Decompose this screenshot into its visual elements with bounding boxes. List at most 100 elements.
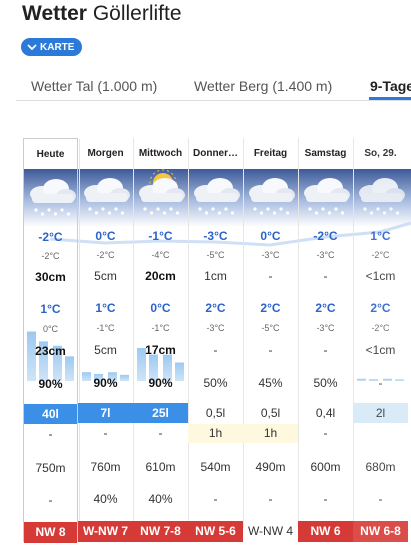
active-tab-indicator — [369, 97, 411, 100]
day-name: Donner… — [193, 148, 238, 159]
precip-probability: 45% — [258, 376, 283, 390]
cloudy-snow-icon — [84, 178, 130, 215]
min-temp-mountain: -1°C — [96, 323, 115, 333]
precip-amount: 25l — [133, 403, 188, 423]
cloudy-snow-icon — [249, 178, 295, 215]
day-column-5[interactable]: Samstag -2°C -3°C -2°C -3°C -50% 0,4l -600m - NW … — [298, 138, 354, 542]
max-temp-valley: -1°C — [148, 229, 173, 243]
snow-mountain: 5cm — [94, 343, 117, 357]
precip-amount: 40l — [24, 404, 77, 424]
cloudy-snow-icon — [359, 178, 405, 215]
snow-valley: - — [323, 269, 328, 283]
snow-valley: <1cm — [365, 269, 396, 283]
forecast-tabs: Wetter Tal (1.000 m) Wetter Berg (1.400 … — [16, 70, 411, 101]
snow-valley: 1cm — [204, 269, 227, 283]
tab-tal[interactable]: Wetter Tal (1.000 m) — [31, 78, 157, 94]
powder-chance: - — [268, 492, 273, 506]
title-bold: Wetter — [22, 2, 87, 25]
tab-berg[interactable]: Wetter Berg (1.400 m) — [194, 78, 332, 94]
min-temp-valley: -2°C — [96, 250, 115, 260]
day-name: Morgen — [87, 148, 124, 159]
snow-valley: 5cm — [94, 269, 117, 283]
snow-line: 540m — [200, 460, 231, 474]
min-temp-mountain: -3°C — [206, 323, 225, 333]
snow-mountain: 17cm — [145, 343, 176, 357]
day-name: Heute — [36, 149, 65, 160]
min-temp-valley: -2°C — [41, 251, 60, 261]
max-temp-mountain: 1°C — [95, 301, 116, 315]
powder-chance: 40% — [93, 492, 118, 506]
precip-probability: 90% — [93, 376, 118, 390]
day-name: So, 29. — [364, 148, 397, 159]
snow-line: 600m — [310, 460, 341, 474]
max-temp-mountain: 2°C — [260, 301, 281, 315]
min-temp-mountain: -1°C — [151, 323, 170, 333]
max-temp-valley: 1°C — [370, 229, 391, 243]
chevron-down-icon — [27, 44, 37, 51]
precip-amount: 0,4l — [315, 406, 336, 420]
wind-speed: NW 8 — [24, 522, 77, 543]
cloudy-snow-icon — [304, 178, 350, 215]
day-name: Freitag — [253, 148, 288, 159]
max-temp-valley: 0°C — [95, 229, 116, 243]
powder-chance: - — [48, 493, 53, 507]
min-temp-valley: -5°C — [206, 250, 225, 260]
precip-probability: 50% — [313, 376, 338, 390]
precip-amount: 2l — [353, 403, 408, 423]
precip-probability: 90% — [38, 377, 63, 391]
wind-speed: NW 6 — [298, 521, 353, 542]
snow-mountain: 23cm — [35, 344, 66, 358]
min-temp-valley: -4°C — [151, 250, 170, 260]
cloudy-snow-icon — [30, 179, 76, 216]
min-temp-valley: -3°C — [316, 250, 335, 260]
min-temp-mountain: -2°C — [371, 323, 390, 333]
snow-valley: 20cm — [145, 269, 176, 283]
karte-button[interactable]: KARTE — [21, 38, 83, 56]
min-temp-valley: -3°C — [261, 250, 280, 260]
day-column-2[interactable]: Mittwoch -1°C -4°C 20cm 0°C -1°C 17cm 90% 25l - 61… — [133, 138, 189, 542]
day-name: Samstag — [304, 148, 347, 159]
day-column-4[interactable]: Freitag 0°C -3°C - 2°C -5°C - 45% 0,5l 1h 490m - W-N… — [243, 138, 299, 542]
sunshine-hours: - — [323, 426, 328, 440]
powder-chance: - — [213, 492, 218, 506]
day-column-6[interactable]: So, 29. 1°C -2°C <1cm 2°C -2°C <1cm - 2l 680m - NW … — [353, 138, 408, 542]
snow-valley: 30cm — [35, 270, 66, 284]
sunshine-hours: - — [158, 426, 163, 440]
wind-speed: W-NW 7 — [78, 521, 133, 542]
sunshine-hours: 1h — [243, 424, 298, 443]
precip-probability: 90% — [148, 376, 173, 390]
snow-valley: - — [268, 269, 273, 283]
wind-speed: NW 5-6 — [188, 521, 243, 542]
precip-probability: 50% — [203, 376, 228, 390]
max-temp-mountain: 1°C — [40, 302, 61, 316]
snow-mountain: - — [213, 343, 218, 357]
snow-mountain: - — [323, 343, 328, 357]
wind-speed: NW 6-8 — [353, 521, 408, 542]
sunshine-hours — [353, 424, 408, 443]
day-column-3[interactable]: Donner… -3°C -5°C 1cm 2°C -3°C - 50% 0,5l 1h 540m -… — [188, 138, 244, 542]
wind-speed: NW 7-8 — [133, 521, 188, 542]
min-temp-mountain: -5°C — [261, 323, 280, 333]
precip-probability: - — [378, 376, 383, 390]
snow-mountain: <1cm — [365, 343, 396, 357]
powder-chance: - — [323, 492, 328, 506]
powder-chance: - — [378, 492, 383, 506]
karte-label: KARTE — [40, 41, 75, 53]
min-temp-valley: -2°C — [371, 250, 390, 260]
day-column-1[interactable]: Morgen 0°C -2°C 5cm 1°C -1°C 5cm 90% 7l - 760m 40% W… — [78, 138, 134, 542]
tab-9-tage[interactable]: 9-Tage — [370, 78, 411, 94]
max-temp-valley: -2°C — [38, 230, 63, 244]
page-title: Wetter Göllerlifte — [22, 2, 182, 26]
precip-amount: 0,5l — [205, 406, 226, 420]
max-temp-valley: -2°C — [313, 229, 338, 243]
sunshine-hours: - — [48, 427, 53, 441]
powder-chance: 40% — [148, 492, 173, 506]
day-column-0[interactable]: Heute -2°C -2°C 30cm 1°C 0°C 23cm 90% 40l - 750m - N… — [23, 138, 80, 543]
max-temp-mountain: 2°C — [370, 301, 391, 315]
snow-line: 610m — [145, 460, 176, 474]
partly-cloudy-snow-icon — [139, 169, 185, 215]
snow-line: 490m — [255, 460, 286, 474]
max-temp-mountain: 2°C — [315, 301, 336, 315]
min-temp-mountain: -3°C — [316, 323, 335, 333]
max-temp-valley: 0°C — [260, 229, 281, 243]
